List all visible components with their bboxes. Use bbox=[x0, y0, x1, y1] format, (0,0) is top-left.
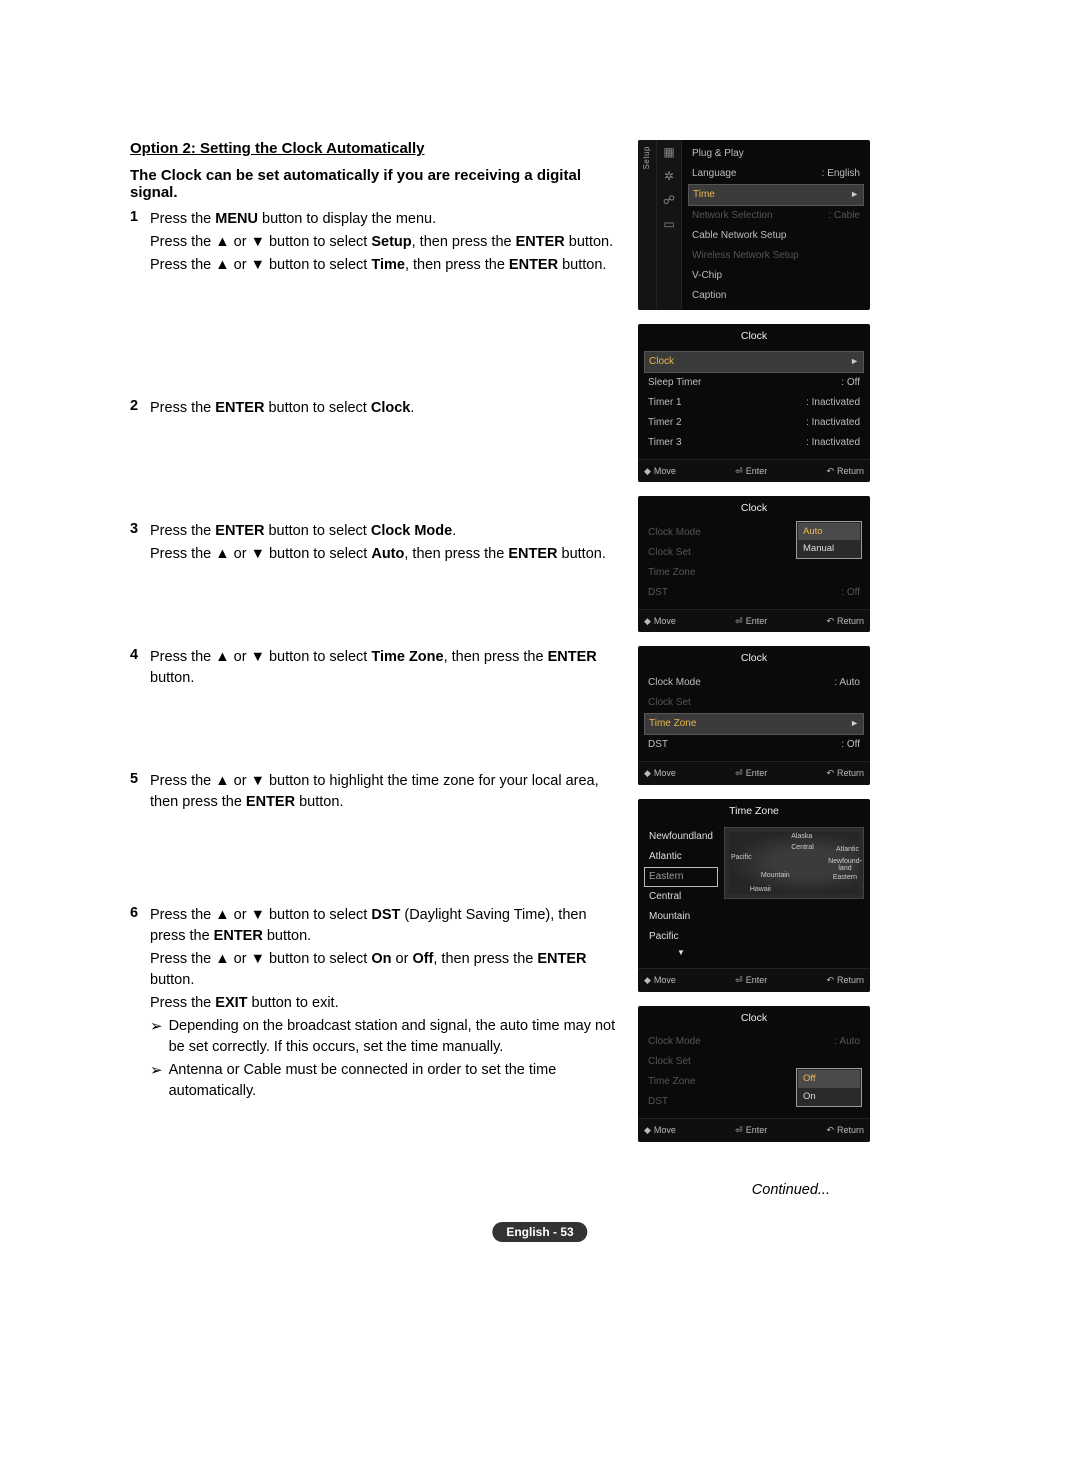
osd-dst-menu: Clock Clock Mode: AutoClock SetTime Zone… bbox=[638, 1006, 870, 1142]
continued-text: Continued... bbox=[0, 1182, 830, 1198]
page-footer: English - 53 bbox=[492, 1222, 587, 1242]
step-number: 3 bbox=[130, 521, 150, 567]
step-number: 6 bbox=[130, 905, 150, 1104]
section-heading: Option 2: Setting the Clock Automaticall… bbox=[130, 140, 620, 157]
osd-menu-item: Language: English bbox=[688, 164, 864, 184]
section-subheading: The Clock can be set automatically if yo… bbox=[130, 167, 620, 201]
step-4: 4 Press the ▲ or ▼ button to select Time… bbox=[130, 647, 620, 691]
osd-menu-item: External Settings bbox=[688, 306, 864, 310]
step-number: 1 bbox=[130, 209, 150, 278]
osd-menu-item: Plug & Play bbox=[688, 144, 864, 164]
osd-clock-menu: Clock Clock►Sleep Timer: OffTimer 1: Ina… bbox=[638, 324, 870, 482]
osd-menu-item: Caption bbox=[688, 286, 864, 306]
osd-menu-item: Timer 1: Inactivated bbox=[644, 393, 864, 413]
osd-menu-item: Clock► bbox=[644, 351, 864, 373]
step-2: 2 Press the ENTER button to select Clock… bbox=[130, 398, 620, 421]
timezone-option: Eastern bbox=[644, 867, 718, 887]
osd-timezone-map: Time Zone NewfoundlandAtlanticEasternCen… bbox=[638, 799, 870, 992]
timezone-option: Atlantic bbox=[644, 847, 718, 867]
step-6: 6 Press the ▲ or ▼ button to select DST … bbox=[130, 905, 620, 1104]
osd-menu-item: Clock Set bbox=[644, 693, 864, 713]
osd-menu-item: Network Selection: Cable bbox=[688, 206, 864, 226]
osd-menu-item: DST: Off bbox=[644, 735, 864, 755]
osd-hints: ◆Move ⏎Enter ↶Return bbox=[638, 1118, 870, 1141]
note-bullet-icon: ➢ bbox=[150, 1060, 163, 1102]
step-5: 5 Press the ▲ or ▼ button to highlight t… bbox=[130, 771, 620, 815]
timezone-option: Pacific bbox=[644, 927, 718, 947]
step-1: 1 Press the MENU button to display the m… bbox=[130, 209, 620, 278]
timezone-option: Central bbox=[644, 887, 718, 907]
osd-menu-item: Clock Mode: Auto bbox=[644, 1032, 864, 1052]
osd-menu-item: V-Chip bbox=[688, 266, 864, 286]
osd-vtab-label: Setup bbox=[641, 146, 654, 169]
osd-title: Clock bbox=[638, 496, 870, 521]
monitor-icon: ▭ bbox=[662, 218, 676, 232]
gear-icon: ✲ bbox=[662, 170, 676, 184]
osd-menu-item: Wireless Network Setup bbox=[688, 246, 864, 266]
osd-menu-item: Sleep Timer: Off bbox=[644, 373, 864, 393]
step-number: 4 bbox=[130, 647, 150, 691]
osd-popup: OffOn bbox=[796, 1068, 862, 1106]
osd-hints: ◆Move ⏎Enter ↶Return bbox=[638, 968, 870, 991]
timezone-map: Alaska Pacific Mountain Central Eastern … bbox=[724, 827, 864, 899]
osd-menu-item: Timer 3: Inactivated bbox=[644, 433, 864, 453]
osd-title: Clock bbox=[638, 1006, 870, 1031]
step-number: 2 bbox=[130, 398, 150, 421]
scroll-down-icon: ▼ bbox=[644, 947, 718, 960]
timezone-option: Mountain bbox=[644, 907, 718, 927]
osd-menu-item: Time Zone► bbox=[644, 713, 864, 735]
note-text: Depending on the broadcast station and s… bbox=[169, 1016, 620, 1058]
osd-hints: ◆Move ⏎Enter ↶Return bbox=[638, 761, 870, 784]
note-bullet-icon: ➢ bbox=[150, 1016, 163, 1058]
osd-popup-option: Manual bbox=[798, 540, 860, 557]
osd-title: Clock bbox=[638, 324, 870, 349]
step-3: 3 Press the ENTER button to select Clock… bbox=[130, 521, 620, 567]
osd-title: Clock bbox=[638, 646, 870, 671]
photo-icon: ▦ bbox=[662, 146, 676, 160]
osd-setup-menu: Setup ▦ ✲ ☍ ▭ Plug & PlayLanguage: Engli… bbox=[638, 140, 870, 310]
osd-popup-option: Off bbox=[798, 1070, 860, 1087]
osd-menu-item: Cable Network Setup bbox=[688, 226, 864, 246]
osd-popup-option: On bbox=[798, 1088, 860, 1105]
step-number: 5 bbox=[130, 771, 150, 815]
osd-menu-item: Time► bbox=[688, 184, 864, 206]
osd-title: Time Zone bbox=[638, 799, 870, 824]
timezone-option: Newfoundland bbox=[644, 827, 718, 847]
osd-popup-option: Auto bbox=[798, 523, 860, 540]
note-text: Antenna or Cable must be connected in or… bbox=[169, 1060, 620, 1102]
osd-menu-item: Timer 2: Inactivated bbox=[644, 413, 864, 433]
osd-menu-item: Time Zone bbox=[644, 563, 864, 583]
osd-hints: ◆Move ⏎Enter ↶Return bbox=[638, 609, 870, 632]
osd-popup: AutoManual bbox=[796, 521, 862, 559]
osd-timezone-select-menu: Clock Clock Mode: AutoClock SetTime Zone… bbox=[638, 646, 870, 784]
osd-hints: ◆Move ⏎Enter ↶Return bbox=[638, 459, 870, 482]
osd-menu-item: Clock Mode: Auto bbox=[644, 673, 864, 693]
controller-icon: ☍ bbox=[662, 194, 676, 208]
osd-clock-mode-menu: Clock Clock ModeClock SetTime ZoneDST: O… bbox=[638, 496, 870, 632]
osd-menu-item: DST: Off bbox=[644, 583, 864, 603]
